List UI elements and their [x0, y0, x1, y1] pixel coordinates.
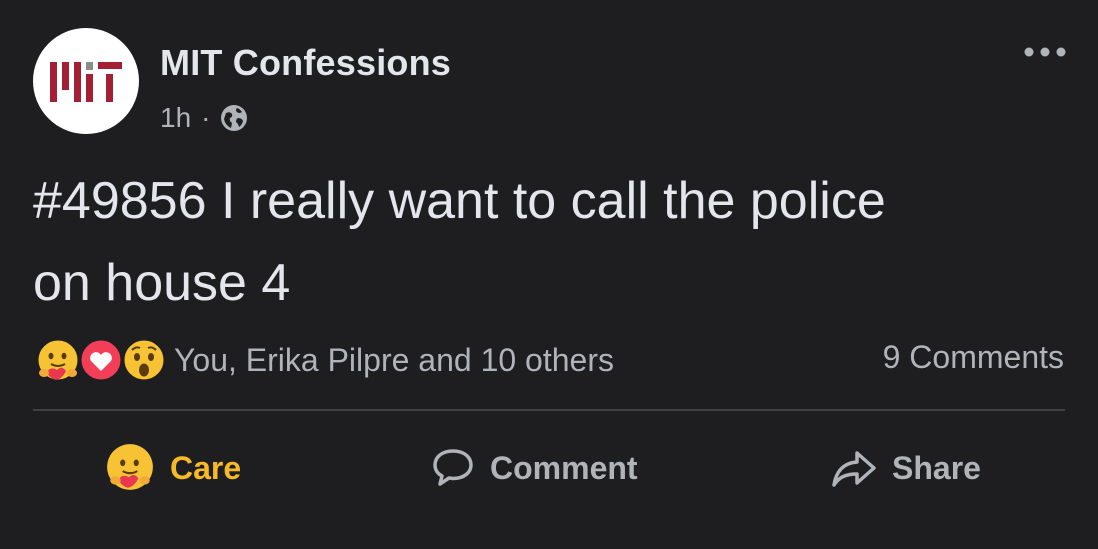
comment-button[interactable]: Comment [430, 438, 638, 498]
post-text-line-2: on house 4 [33, 254, 291, 312]
care-button-label: Care [170, 449, 242, 486]
facebook-post: MIT Confessions 1h · #49856 I really wan… [0, 0, 1098, 549]
wow-emoji-icon [121, 337, 167, 383]
comment-button-label: Comment [490, 449, 638, 486]
post-text-line-1: #49856 I really want to call the police [33, 172, 886, 230]
more-options-icon[interactable] [1022, 42, 1068, 62]
post-timestamp[interactable]: 1h [160, 102, 191, 134]
share-button-label: Share [892, 449, 981, 486]
mit-logo-icon [50, 62, 122, 102]
action-divider [33, 409, 1065, 411]
post-text: #49856 I really want to call the police … [33, 160, 1063, 324]
care-button[interactable]: Care [104, 438, 241, 498]
reactions-summary-text: You, Erika Pilpre and 10 others [174, 341, 614, 378]
page-name-link[interactable]: MIT Confessions [160, 42, 451, 84]
share-arrow-icon [832, 451, 876, 487]
globe-icon[interactable] [220, 104, 248, 132]
comments-count-link[interactable]: 9 Comments [883, 339, 1064, 376]
share-button[interactable]: Share [830, 438, 981, 498]
reactions-summary[interactable]: You, Erika Pilpre and 10 others [33, 336, 614, 384]
meta-separator: · [201, 102, 211, 133]
post-meta: 1h · [160, 98, 248, 138]
care-emoji-icon [107, 444, 153, 490]
reaction-icons [33, 336, 168, 384]
comment-bubble-icon [433, 449, 473, 486]
page-avatar[interactable] [33, 28, 139, 134]
